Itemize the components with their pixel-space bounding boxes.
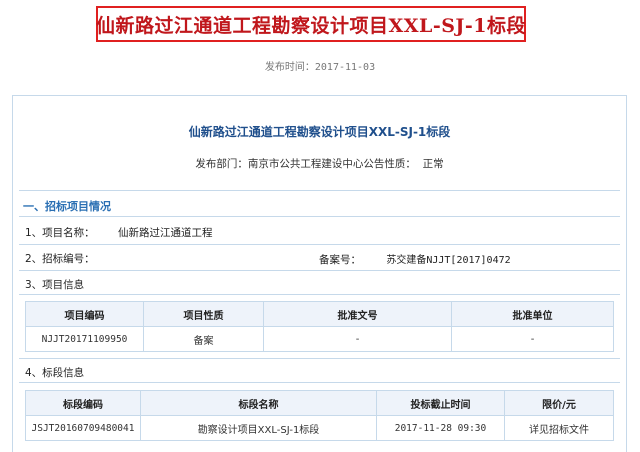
row-divider-5 bbox=[19, 382, 620, 383]
table-cell: JSJT20160709480041 bbox=[25, 415, 141, 441]
table-row: JSJT20160709480041 勘察设计项目XXL-SJ-1标段 2017… bbox=[25, 415, 614, 441]
row-divider-1 bbox=[19, 244, 620, 245]
publish-time: 发布时间：2017-11-03 bbox=[0, 58, 640, 73]
section-divider bbox=[19, 216, 620, 217]
project-name-value: 仙新路过江通道工程 bbox=[118, 227, 213, 239]
table-cell: - bbox=[263, 326, 452, 352]
page-headline: 仙新路过江通道工程勘察设计项目XXL-SJ-1标段 bbox=[95, 14, 527, 37]
nature-label: 公告性质： bbox=[363, 158, 416, 170]
table-row: NJJT20171109950 备案 - - bbox=[25, 326, 614, 352]
table-cell: 详见招标文件 bbox=[504, 415, 614, 441]
headline-frame: 仙新路过江通道工程勘察设计项目XXL-SJ-1标段 bbox=[96, 6, 526, 42]
record-no-value: 苏交建备NJJT[2017]0472 bbox=[386, 255, 511, 266]
project-info-table: 项目编码 项目性质 批准文号 批准单位 NJJT20171109950 备案 -… bbox=[25, 301, 614, 352]
column-header: 批准单位 bbox=[451, 301, 614, 327]
column-header: 批准文号 bbox=[263, 301, 452, 327]
row-divider-4 bbox=[19, 358, 620, 359]
column-header: 标段名称 bbox=[140, 390, 377, 416]
project-info-label: 3、项目信息 bbox=[25, 279, 85, 291]
table-cell: 勘察设计项目XXL-SJ-1标段 bbox=[140, 415, 377, 441]
nature-value: 正常 bbox=[422, 158, 444, 170]
project-name-row: 1、项目名称： 仙新路过江通道工程 bbox=[25, 225, 213, 240]
column-header: 项目编码 bbox=[25, 301, 144, 327]
column-header: 标段编码 bbox=[25, 390, 141, 416]
section-info-table: 标段编码 标段名称 投标截止时间 限价/元 JSJT20160709480041… bbox=[25, 390, 614, 441]
record-no-label: 备案号： bbox=[319, 254, 361, 266]
section-info-label: 4、标段信息 bbox=[25, 367, 85, 379]
dept-value: 南京市公共工程建设中心 bbox=[247, 158, 364, 170]
section-heading: 一、招标项目情况 bbox=[23, 200, 111, 213]
tender-no-label: 2、招标编号： bbox=[25, 253, 95, 265]
meta-divider bbox=[19, 190, 620, 191]
panel-title: 仙新路过江通道工程勘察设计项目XXL-SJ-1标段 bbox=[188, 125, 451, 139]
table-cell: - bbox=[451, 326, 614, 352]
table-header-row: 项目编码 项目性质 批准文号 批准单位 bbox=[25, 301, 614, 327]
notice-panel: 仙新路过江通道工程勘察设计项目XXL-SJ-1标段 发布部门：南京市公共工程建设… bbox=[12, 95, 627, 452]
publish-time-value: 2017-11-03 bbox=[314, 62, 376, 73]
publish-time-label: 发布时间： bbox=[264, 62, 315, 73]
column-header: 项目性质 bbox=[143, 301, 264, 327]
project-name-label: 1、项目名称： bbox=[25, 227, 95, 239]
table-cell: 2017-11-28 09:30 bbox=[376, 415, 505, 441]
tender-no-row: 2、招标编号： bbox=[25, 251, 95, 266]
row-divider-2 bbox=[19, 270, 620, 271]
row-divider-3 bbox=[19, 294, 620, 295]
column-header: 限价/元 bbox=[504, 390, 614, 416]
table-cell: NJJT20171109950 bbox=[25, 326, 144, 352]
table-cell: 备案 bbox=[143, 326, 264, 352]
table-header-row: 标段编码 标段名称 投标截止时间 限价/元 bbox=[25, 390, 614, 416]
column-header: 投标截止时间 bbox=[376, 390, 505, 416]
dept-label: 发布部门： bbox=[195, 158, 248, 170]
notice-meta: 发布部门：南京市公共工程建设中心公告性质： 正常 bbox=[13, 156, 626, 171]
record-no-row: 备案号： 苏交建备NJJT[2017]0472 bbox=[319, 251, 511, 267]
